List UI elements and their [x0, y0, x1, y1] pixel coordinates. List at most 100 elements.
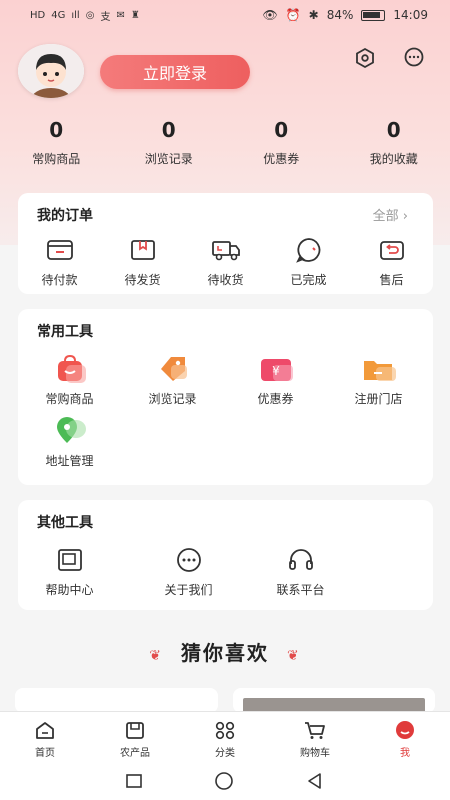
stat-value: 0 [49, 118, 64, 142]
tab-label: 首页 [35, 748, 55, 759]
profile-icon [360, 720, 450, 740]
category-icon [180, 720, 270, 740]
wallet-icon [18, 235, 101, 265]
chat-check-icon [267, 235, 350, 265]
tool-label: 地址管理 [45, 454, 94, 468]
return-icon [350, 235, 433, 265]
svg-text:¥: ¥ [272, 364, 280, 378]
about-chat-icon [137, 542, 240, 578]
tool-label: 帮助中心 [45, 583, 94, 597]
orders-view-all-label: 全部 [372, 209, 399, 224]
stat-my-favorites[interactable]: 0 我的收藏 [338, 118, 450, 167]
tool-coupons[interactable]: ¥ 优惠券 [224, 351, 327, 407]
network-indicator: 4G [51, 9, 66, 21]
tool-register-store[interactable]: 注册门店 [327, 351, 430, 407]
tool-help-center[interactable]: 帮助中心 [18, 542, 121, 598]
bag-icon [18, 351, 121, 387]
tool-address-management[interactable]: 地址管理 [18, 413, 121, 469]
signal-icon: ıll [71, 9, 80, 21]
order-item-label: 售后 [379, 273, 404, 287]
tool-contact-platform[interactable]: 联系平台 [249, 542, 352, 598]
stat-label: 优惠券 [263, 152, 300, 166]
app-icon: ♜ [130, 9, 140, 21]
other-tools-card: 其他工具 帮助中心 关于我们 联系平台 [18, 500, 433, 610]
tab-category[interactable]: 分类 [180, 712, 270, 766]
order-pending-shipment[interactable]: 待发货 [101, 235, 184, 288]
box-icon [90, 720, 180, 740]
tab-me[interactable]: 我 [360, 712, 450, 766]
product-card[interactable] [15, 688, 218, 713]
clock: 14:09 [393, 8, 428, 22]
stat-value: 0 [161, 118, 176, 142]
product-card[interactable] [233, 688, 435, 713]
system-navigation-bar [0, 766, 450, 800]
stat-value: 0 [274, 118, 289, 142]
recent-apps-button[interactable] [125, 773, 143, 793]
bluetooth-icon: ✱ [308, 8, 319, 22]
message-icon[interactable] [402, 46, 426, 70]
status-bar: HD 4G ıll ◎ 支 ✉ ♜ 👁 ⏰ ✱ 84% 14:09 [0, 0, 450, 30]
settings-hex-icon[interactable] [353, 46, 377, 70]
orders-view-all[interactable]: 全部 › [373, 205, 408, 224]
tab-agricultural-products[interactable]: 农产品 [90, 712, 180, 766]
guess-you-like-heading: ❦ 猜你喜欢 ❦ [0, 637, 450, 666]
tab-cart[interactable]: 购物车 [270, 712, 360, 766]
guess-you-like-title: 猜你喜欢 [181, 641, 269, 665]
tool-browse-history[interactable]: 浏览记录 [121, 351, 224, 407]
stat-value: 0 [386, 118, 401, 142]
tab-label: 购物车 [300, 748, 330, 759]
alarm-icon: ⏰ [285, 8, 301, 22]
order-item-label: 已完成 [290, 273, 327, 287]
truck-icon [184, 235, 267, 265]
tool-label: 浏览记录 [148, 392, 197, 406]
location-icon [18, 413, 121, 449]
login-button[interactable]: 立即登录 [100, 55, 250, 89]
stat-label: 我的收藏 [369, 152, 418, 166]
order-item-label: 待付款 [41, 273, 78, 287]
orders-title: 我的订单 [37, 208, 93, 224]
back-button[interactable] [305, 772, 325, 794]
order-pending-receipt[interactable]: 待收货 [184, 235, 267, 288]
help-box-icon [18, 542, 121, 578]
other-tools-title: 其他工具 [37, 515, 93, 531]
tool-favorite-goods[interactable]: 常购商品 [18, 351, 121, 407]
folder-icon [327, 351, 430, 387]
order-completed[interactable]: 已完成 [267, 235, 350, 288]
order-pending-payment[interactable]: 待付款 [18, 235, 101, 288]
avatar[interactable] [18, 44, 84, 98]
tool-about-us[interactable]: 关于我们 [137, 542, 240, 598]
tool-label: 联系平台 [276, 583, 325, 597]
tag-icon [121, 351, 224, 387]
eye-icon: 👁 [262, 8, 278, 22]
decoration-left-icon: ❦ [149, 648, 163, 664]
tab-label: 我 [400, 748, 410, 759]
status-bar-left-icons: HD 4G ıll ◎ 支 ✉ ♜ [30, 8, 140, 23]
headset-icon [249, 542, 352, 578]
avatar-cartoon-icon [18, 44, 84, 98]
order-status-row: 待付款 待发货 待收货 已完成 售后 [18, 235, 433, 288]
stat-favorite-goods[interactable]: 0 常购商品 [0, 118, 113, 167]
home-button[interactable] [213, 772, 235, 794]
alipay-icon: 支 [100, 11, 111, 23]
decoration-right-icon: ❦ [287, 648, 301, 664]
order-after-sales[interactable]: 售后 [350, 235, 433, 288]
status-bar-right: 👁 ⏰ ✱ 84% 14:09 [262, 8, 428, 22]
tool-label: 优惠券 [257, 392, 294, 406]
tab-label: 农产品 [120, 748, 150, 759]
notification-icon: ◎ [85, 9, 95, 21]
bottom-tab-bar: 首页 农产品 分类 购物车 我 [0, 711, 450, 766]
hd-indicator: HD [30, 9, 46, 21]
tool-label: 关于我们 [164, 583, 213, 597]
package-icon [101, 235, 184, 265]
tab-home[interactable]: 首页 [0, 712, 90, 766]
home-icon [0, 720, 90, 740]
stats-row: 0 常购商品 0 浏览记录 0 优惠券 0 我的收藏 [0, 118, 450, 167]
order-item-label: 待收货 [207, 273, 244, 287]
common-tools-card: 常用工具 常购商品 浏览记录 ¥ 优惠券 注册门店 地址管理 [18, 309, 433, 485]
common-tools-title: 常用工具 [37, 324, 93, 340]
tab-label: 分类 [215, 748, 235, 759]
cart-icon [270, 720, 360, 740]
stat-label: 浏览记录 [144, 152, 193, 166]
stat-coupons[interactable]: 0 优惠券 [225, 118, 338, 167]
stat-browse-history[interactable]: 0 浏览记录 [113, 118, 226, 167]
